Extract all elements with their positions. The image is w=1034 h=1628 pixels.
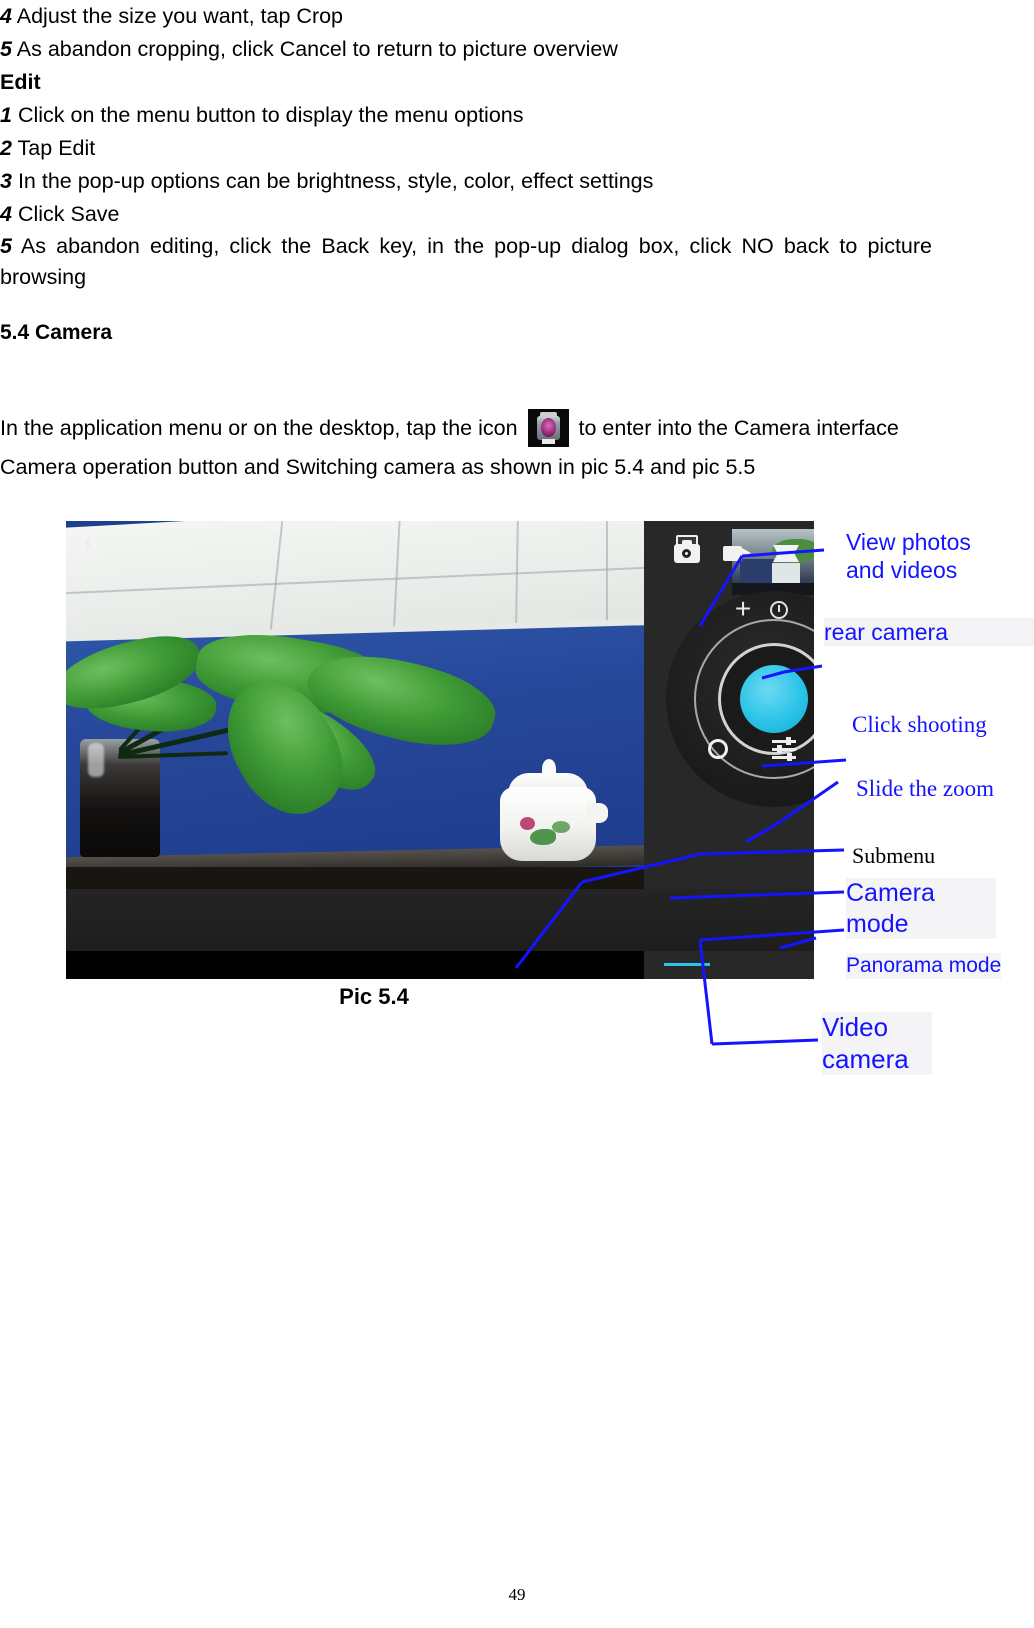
step-number: 4 [0, 202, 12, 226]
step-line: 5 As abandon editing, click the Back key… [0, 231, 932, 293]
annotation-panorama-mode: Panorama mode [846, 953, 1002, 979]
step-line: 4 Adjust the size you want, tap Crop [0, 0, 934, 33]
page-number: 49 [508, 1585, 526, 1604]
step-line: 4 Click Save [0, 198, 934, 231]
active-mode-indicator [664, 963, 710, 966]
step-text: Tap Edit [11, 136, 96, 160]
step-number: 1 [0, 103, 12, 127]
intro-part2: to enter into the Camera interface [572, 416, 899, 440]
teapot-body [500, 787, 596, 861]
step-text: As abandon editing, click the Back key, … [0, 234, 932, 289]
camera-mode-bar [66, 889, 814, 951]
video-mode-icon[interactable] [722, 539, 752, 565]
teapot-flower-decoration [520, 817, 535, 830]
step-number: 5 [0, 37, 12, 61]
plus-icon[interactable]: + [732, 595, 754, 623]
hdr-icon[interactable] [708, 739, 728, 759]
step-number: 2 [0, 136, 12, 160]
step-number: 5 [0, 234, 12, 258]
teapot [494, 759, 608, 863]
timer-icon[interactable] [770, 601, 788, 619]
camera-intro-line2: Camera operation button and Switching ca… [0, 455, 756, 479]
annotation-switch-camera: rear camera [824, 618, 1034, 647]
teapot-spout [586, 803, 608, 823]
annotation-video-camera: Video camera [822, 1012, 932, 1076]
intro-part1: In the application menu or on the deskto… [0, 416, 524, 440]
step-text: In the pop-up options can be brightness,… [11, 169, 654, 193]
ceiling-grid-line [606, 521, 608, 627]
camera-app-icon [527, 409, 569, 447]
annotation-submenu: Submenu [852, 843, 936, 868]
step-text: As abandon cropping, click Cancel to ret… [11, 37, 618, 61]
camera-screenshot-figure: 6508 + [66, 521, 814, 979]
step-text: Adjust the size you want, tap Crop [11, 4, 344, 28]
annotation-click-shooting: Click shooting [852, 712, 987, 737]
step-number: 4 [0, 4, 12, 28]
pot-highlight [88, 743, 104, 777]
page-title: 5.4 Camera [0, 321, 113, 344]
panorama-mode-icon[interactable] [772, 539, 802, 565]
thumbnail-white-blob [772, 563, 800, 585]
annotation-camera-mode: Camera mode [846, 878, 996, 939]
step-number: 3 [0, 169, 12, 193]
teapot-leaf-decoration [530, 829, 556, 845]
figure-caption: Pic 5.4 [339, 984, 409, 1009]
document-page: 4 Adjust the size you want, tap Crop 5 A… [0, 0, 1034, 1628]
teapot-leaf-decoration [552, 821, 570, 833]
step-line: 1 Click on the menu button to display th… [0, 99, 934, 132]
step-text: Click on the menu button to display the … [11, 103, 524, 127]
step-text: Click Save [11, 202, 120, 226]
camera-mode-icon[interactable] [672, 539, 702, 565]
annotation-view-photos: View photos and videos [846, 529, 971, 584]
step-line: 2 Tap Edit [0, 132, 934, 165]
edit-heading: Edit [0, 70, 41, 94]
camera-intro-paragraph: In the application menu or on the deskto… [0, 409, 932, 447]
shutter-button[interactable] [740, 665, 808, 733]
annotation-slide-zoom: Slide the zoom [856, 776, 994, 801]
body-text: 4 Adjust the size you want, tap Crop 5 A… [0, 0, 934, 484]
step-line: 3 In the pop-up options can be brightnes… [0, 165, 934, 198]
settings-sliders-icon[interactable] [772, 737, 796, 761]
step-line: 5 As abandon cropping, click Cancel to r… [0, 33, 934, 66]
